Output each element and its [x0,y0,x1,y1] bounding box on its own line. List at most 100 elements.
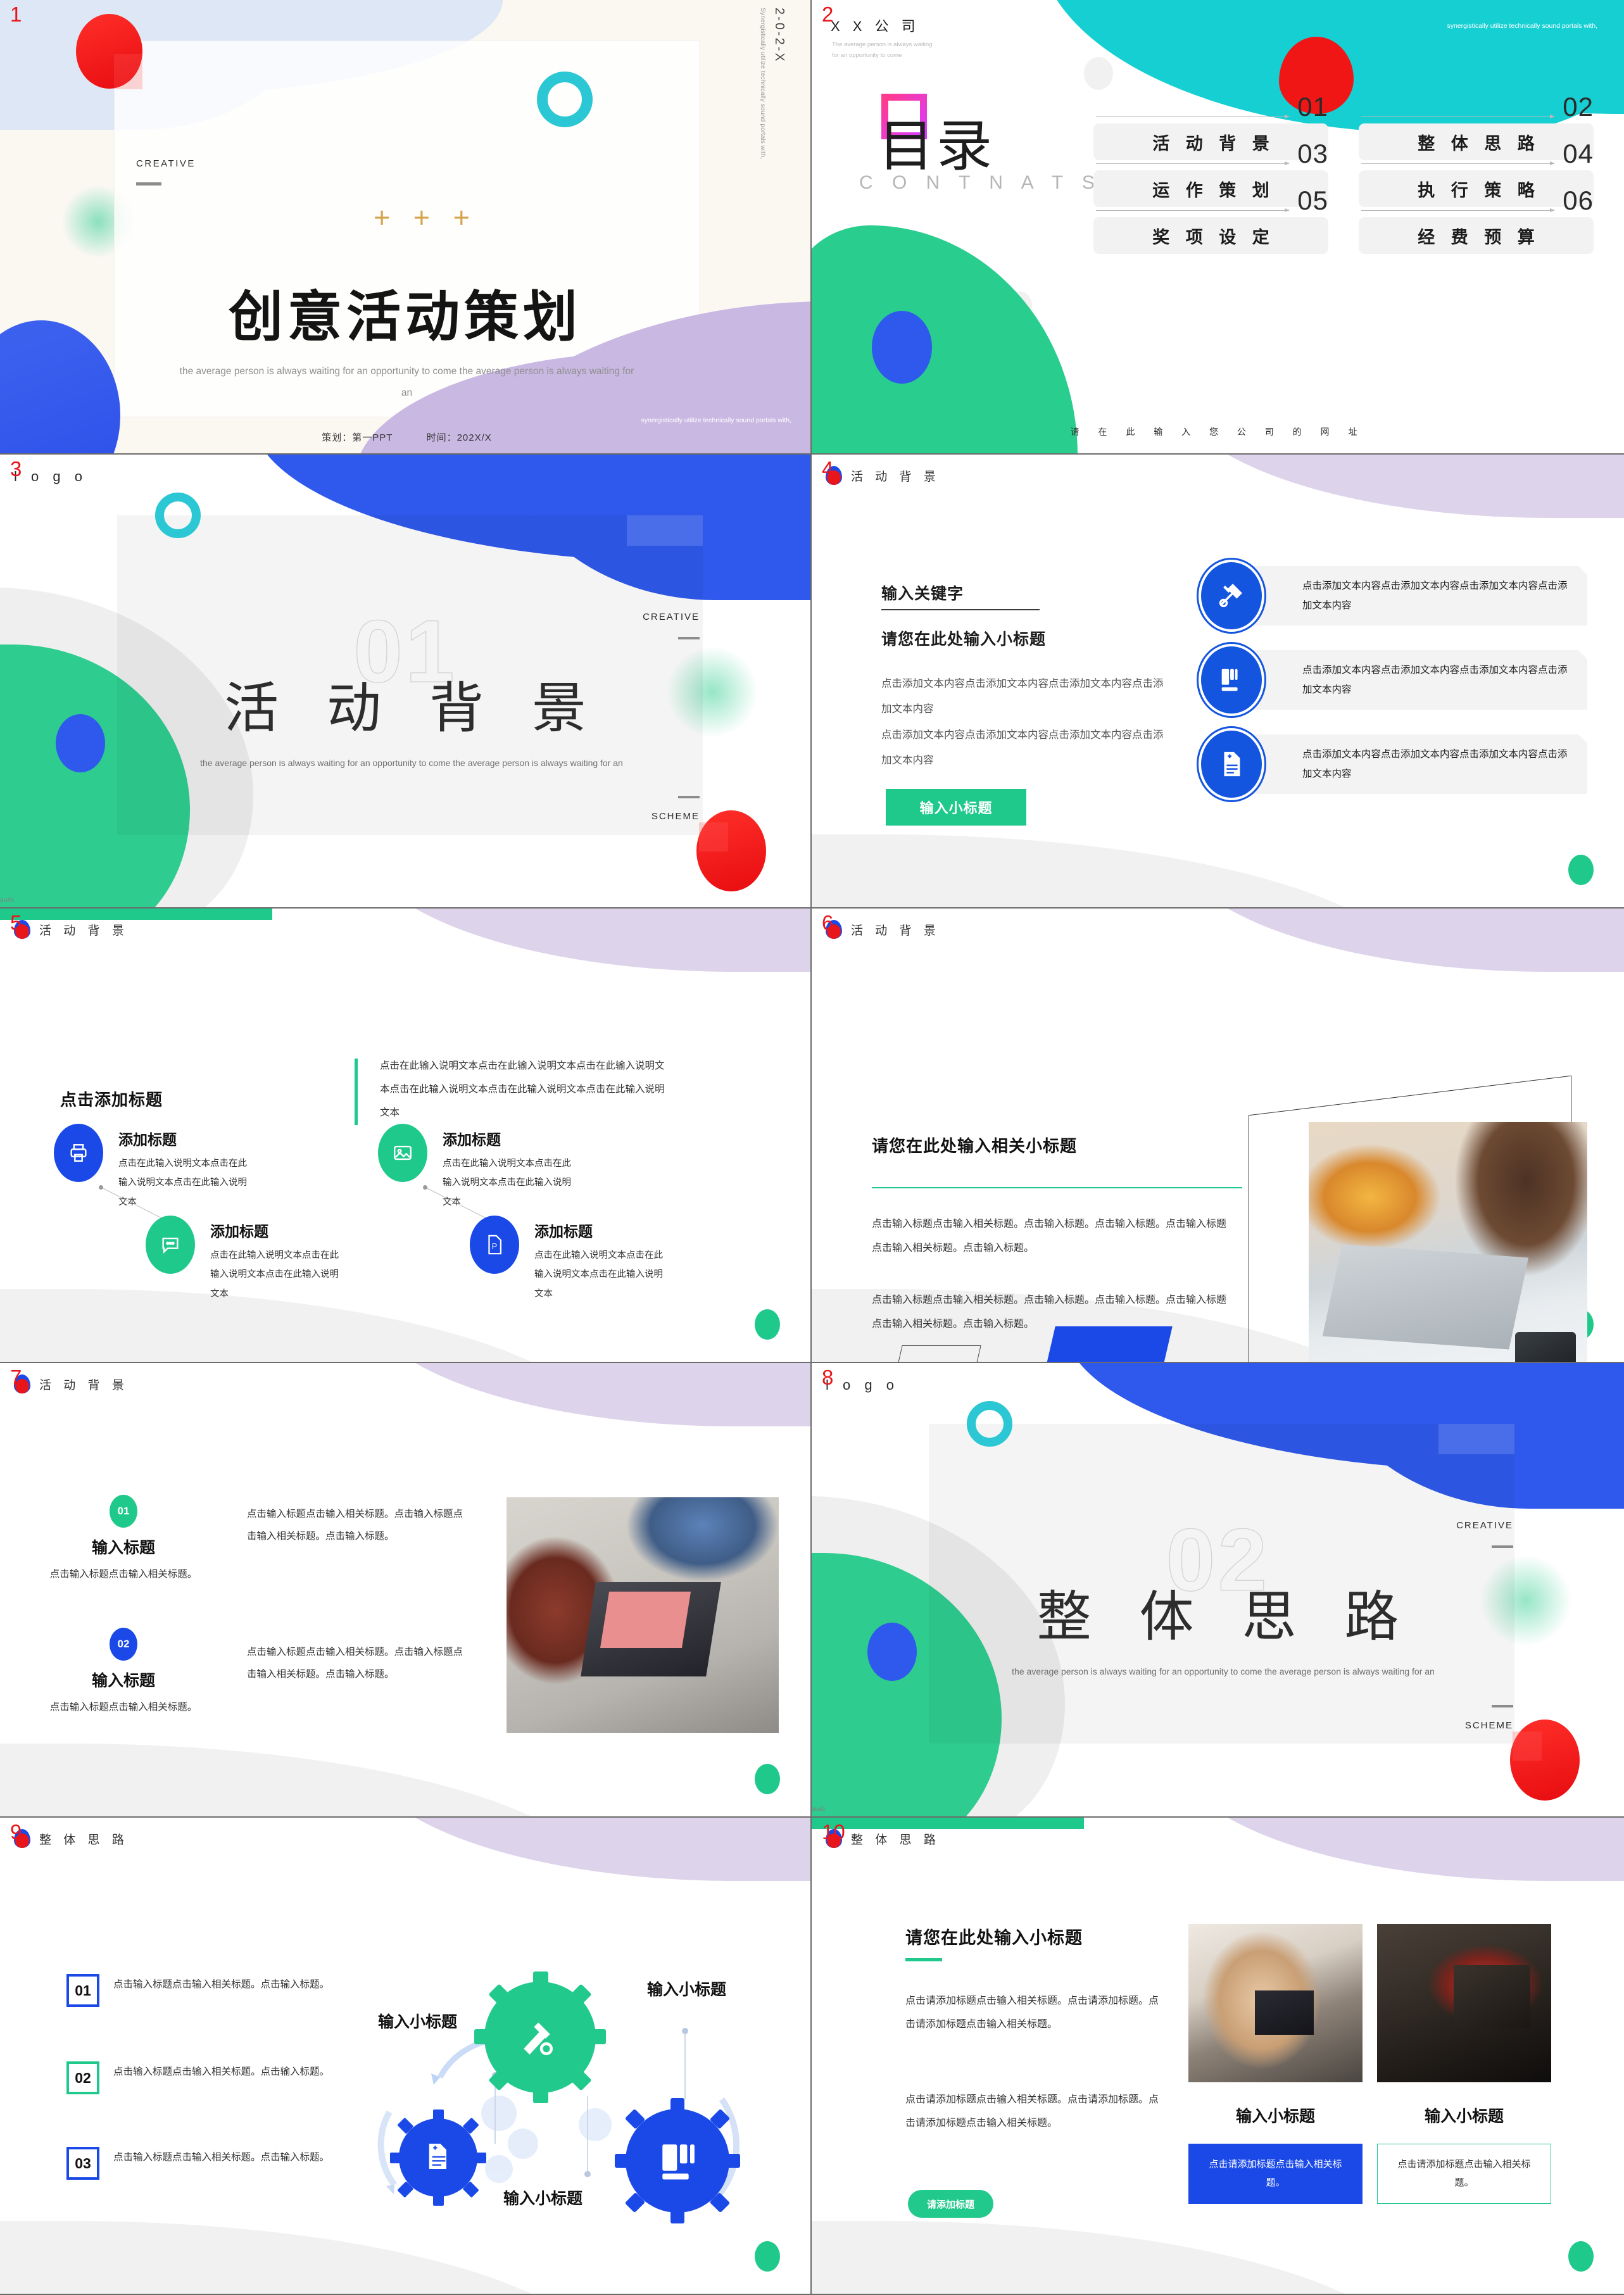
toc-item[interactable]: 03 运 作 策 划 [1093,139,1328,207]
item-number: 02 [66,2061,99,2094]
numbered-list-item[interactable]: 01 点击输入标题点击输入相关标题。点击输入标题。 [66,1974,358,2007]
slide-grid: CREATIVE + + + 创意活动策划 the average person… [0,0,1624,2295]
paragraph-2: 点击请添加标题点击输入相关标题。点击请添加标题。点击请添加标题点击输入相关标题。 [905,2094,1159,2128]
node-body: 点击在此输入说明文本点击在此输入说明文本点击在此输入说明文本 [534,1250,663,1299]
slide-6-content: 活 动 背 景 请您在此处输入相关小标题 点击输入标题点击输入相关标题。点击输入… [812,909,1624,1363]
toc-item[interactable]: 04 执 行 策 略 [1359,139,1594,207]
gear-label: 输入小标题 [647,1981,727,1999]
arrow-icon [1096,161,1290,165]
scheme-label: SCHEME [651,811,700,822]
toc-number: 05 [1297,185,1328,215]
toc-label: 奖 项 设 定 [1093,217,1328,254]
teal-ring [537,72,593,127]
arrow-icon [1096,115,1290,118]
toc-item[interactable]: 05 奖 项 设 定 [1093,185,1328,254]
green-wave [812,225,1078,453]
scheme-label: SCHEME [1464,1720,1513,1731]
accent-rule [905,1958,942,1961]
flipped-en-text: synergistically utilize technically soun… [812,1805,826,1813]
arrow-icon [1361,115,1555,118]
image-icon [378,1124,427,1182]
creative-rule [136,182,161,185]
accent-rule [872,1187,1242,1188]
item-text: 点击输入标题点击输入相关标题。点击输入标题。 [113,2066,330,2077]
numbered-block[interactable]: 02 输入标题 点击输入标题点击输入相关标题。 [19,1628,228,1718]
blue-corner-accent [1438,1424,1514,1454]
row-text: 点击添加文本内容点击添加文本内容点击添加文本内容点击添加文本内容 [1302,581,1568,611]
keyword-title: 输入关键字 [881,585,964,603]
contents-subtitle: C O N T N A T S [859,172,1102,193]
dark-desk-photo [1377,1924,1551,2082]
slide-2-contents: X X 公 司 The average person is always wai… [812,0,1624,455]
green-top-bar [0,909,272,920]
page-title: 点击添加标题 [60,1090,163,1109]
slide-7-content: 活 动 背 景 01 输入标题 点击输入标题点击输入相关标题。 点击输入标题点击… [0,1363,812,1818]
caption-box[interactable]: 点击请添加标题点击输入相关标题。 [1188,2144,1363,2204]
subtitle: 请您在此处输入小标题 [881,631,1047,648]
caption-box[interactable]: 点击请添加标题点击输入相关标题。 [1377,2144,1551,2204]
printer-icon [54,1124,103,1182]
gear-label: 输入小标题 [503,2190,583,2208]
feature-row[interactable]: 点击添加文本内容点击添加文本内容点击添加文本内容点击添加文本内容 [1201,731,1587,798]
bottom-en-text: synergistically utilize technically soun… [641,416,791,424]
chat-icon [146,1216,195,1274]
numbered-list-item[interactable]: 02 点击输入标题点击输入相关标题。点击输入标题。 [66,2061,358,2094]
slide-header: 活 动 背 景 [826,466,940,485]
block-subtitle: 点击输入标题点击输入相关标题。 [49,1702,198,1713]
laptop-photo [1309,1122,1587,1362]
node-title: 添加标题 [210,1223,268,1240]
feature-row[interactable]: 点击添加文本内容点击添加文本内容点击添加文本内容点击添加文本内容 [1201,562,1587,629]
subtitle-button[interactable]: 输入小标题 [886,789,1026,826]
creative-label: CREATIVE [136,158,196,169]
add-title-button[interactable]: 请添加标题 [908,2190,993,2218]
section-title: 整 体 思 路 [1036,1587,1416,1647]
feature-row[interactable]: 点击添加文本内容点击添加文本内容点击添加文本内容点击添加文本内容 [1201,646,1587,714]
slide-number: 5 [10,911,22,934]
powerpoint-file-icon: P [470,1216,519,1274]
toc-item[interactable]: 06 经 费 预 算 [1359,185,1594,254]
teal-ring [967,1401,1012,1447]
row-text: 点击添加文本内容点击添加文本内容点击添加文本内容点击添加文本内容 [1302,749,1568,779]
arrow-icon [1096,208,1290,212]
green-dot [1568,2241,1594,2272]
numbered-list-item[interactable]: 03 点击输入标题点击输入相关标题。点击输入标题。 [66,2147,358,2180]
slide-number: 3 [10,457,22,481]
header-title: 活 动 背 景 [39,1378,129,1392]
photo-caption: 输入小标题 [1235,2108,1315,2125]
gray-wave [0,1744,607,1816]
connector-dot [99,1185,103,1190]
node-title: 添加标题 [118,1131,177,1148]
numbered-block[interactable]: 01 输入标题 点击输入标题点击输入相关标题。 [19,1495,228,1585]
footer-url-placeholder: 请 在 此 输 入 您 公 司 的 网 址 [1070,427,1366,437]
page-title: 请您在此处输入相关小标题 [872,1136,1078,1155]
photo-caption: 输入小标题 [1424,2108,1504,2125]
toc-label: 整 体 思 路 [1359,123,1594,160]
node-title: 添加标题 [534,1223,593,1240]
toc-item[interactable]: 02 整 体 思 路 [1359,92,1594,160]
toc-item[interactable]: 01 活 动 背 景 [1093,92,1328,160]
paragraph-1: 点击输入标题点击输入相关标题。点击输入标题。点击输入标题。点击输入标题点击输入相… [872,1219,1227,1254]
subtitle-en: the average person is always waiting for… [179,366,634,399]
gray-wave [812,2221,1420,2294]
slide-number: 6 [822,911,834,934]
top-en-text: synergistically utilize technically soun… [1447,22,1597,30]
page-title: 请您在此处输入小标题 [905,1928,1083,1947]
document-plus-icon [1201,731,1262,798]
vertical-year: 2-0-2-X [772,8,786,63]
connector-dot [423,1185,427,1190]
slide-number: 1 [10,3,22,26]
item-text: 点击输入标题点击输入相关标题。点击输入标题。 [113,1979,330,1990]
gray-wave [812,834,1420,907]
slide-number: 8 [822,1366,834,1389]
paragraph-1: 点击请添加标题点击输入相关标题。点击请添加标题。点击请添加标题点击输入相关标题。 [905,1996,1159,2030]
badge-number: 02 [110,1628,137,1661]
flipped-en-text: synergistically utilize technically soun… [0,896,14,904]
title-fill-button[interactable]: 输入标题 [1034,1326,1173,1362]
team-office-photo [1188,1924,1363,2082]
toc-list: 01 活 动 背 景 02 整 体 思 路 03 运 作 策 划 04 执 行 … [1093,92,1594,254]
header-title: 活 动 背 景 [851,924,940,938]
header-title: 整 体 思 路 [39,1833,129,1847]
slide-header: 整 体 思 路 [14,1829,129,1848]
red-circle-overlay [114,54,142,89]
header-title: 活 动 背 景 [39,924,129,938]
